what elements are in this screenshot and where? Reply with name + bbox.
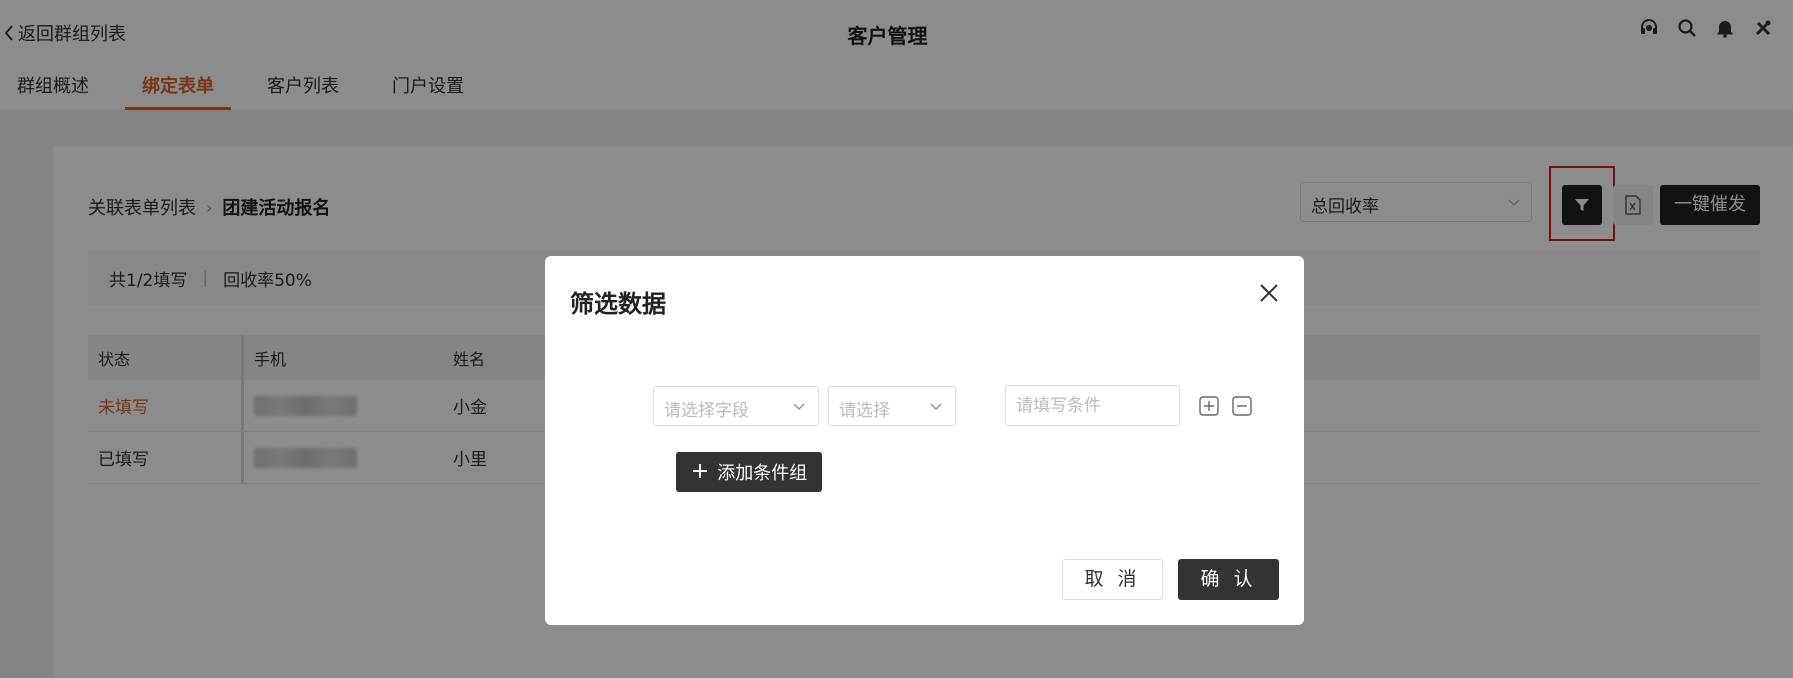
filter-data-dialog: 筛选数据 请选择字段 请选择 + 添加条件组 取 消 确 认 bbox=[545, 256, 1304, 625]
field-select[interactable]: 请选择字段 bbox=[653, 386, 819, 426]
field-select-placeholder: 请选择字段 bbox=[664, 401, 749, 421]
operator-select[interactable]: 请选择 bbox=[828, 386, 956, 426]
add-condition-icon[interactable] bbox=[1199, 396, 1219, 416]
cancel-button[interactable]: 取 消 bbox=[1062, 559, 1163, 600]
condition-input[interactable] bbox=[1005, 385, 1180, 426]
plus-icon: + bbox=[690, 459, 710, 484]
chevron-down-icon bbox=[930, 403, 942, 411]
dialog-title: 筛选数据 bbox=[570, 290, 666, 318]
confirm-button[interactable]: 确 认 bbox=[1178, 559, 1279, 600]
chevron-down-icon bbox=[793, 403, 805, 411]
add-condition-group-button[interactable]: + 添加条件组 bbox=[676, 452, 822, 492]
add-condition-group-label: 添加条件组 bbox=[717, 463, 808, 484]
close-icon[interactable] bbox=[1258, 282, 1280, 304]
remove-condition-icon[interactable] bbox=[1232, 396, 1252, 416]
operator-select-placeholder: 请选择 bbox=[839, 401, 890, 421]
